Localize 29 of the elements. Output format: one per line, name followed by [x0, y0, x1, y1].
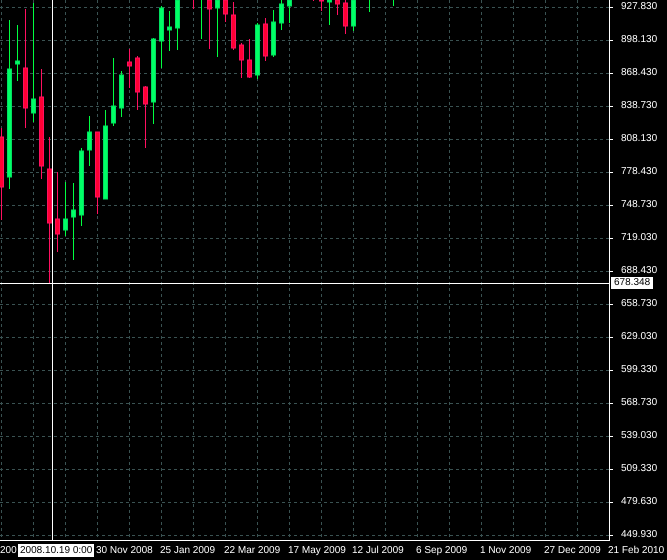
price-label: 898.130 — [621, 34, 658, 46]
price-label: 838.730 — [621, 100, 658, 112]
time-label: 27 Dec 2009 — [544, 544, 601, 557]
crosshair-price-label: 678.348 — [611, 277, 654, 289]
time-label: 21 Feb 2010 — [608, 544, 664, 557]
price-label: 629.030 — [621, 331, 658, 343]
price-label: 599.330 — [621, 364, 658, 376]
price-label: 509.330 — [621, 463, 658, 475]
time-label: 200 — [0, 544, 17, 557]
price-label: 658.730 — [621, 298, 658, 310]
time-label: 30 Nov 2008 — [96, 544, 153, 557]
time-label: 25 Jan 2009 — [160, 544, 216, 557]
crosshair-time-label: 2008.10.19 0:00 — [18, 544, 94, 557]
price-label: 449.930 — [621, 529, 658, 541]
price-label: 719.030 — [621, 232, 658, 244]
time-label: 1 Nov 2009 — [480, 544, 532, 557]
price-label: 748.730 — [621, 199, 658, 211]
price-label: 808.130 — [621, 133, 658, 145]
price-label: 688.430 — [621, 265, 658, 277]
time-label: 17 May 2009 — [288, 544, 346, 557]
time-label: 12 Jul 2009 — [352, 544, 404, 557]
time-label: 6 Sep 2009 — [416, 544, 468, 557]
time-label: 22 Mar 2009 — [224, 544, 280, 557]
price-label: 868.430 — [621, 67, 658, 79]
price-label: 778.430 — [621, 166, 658, 178]
price-label: 568.730 — [621, 397, 658, 409]
price-label: 927.830 — [621, 1, 658, 13]
price-label: 539.030 — [621, 430, 658, 442]
price-label: 479.630 — [621, 496, 658, 508]
